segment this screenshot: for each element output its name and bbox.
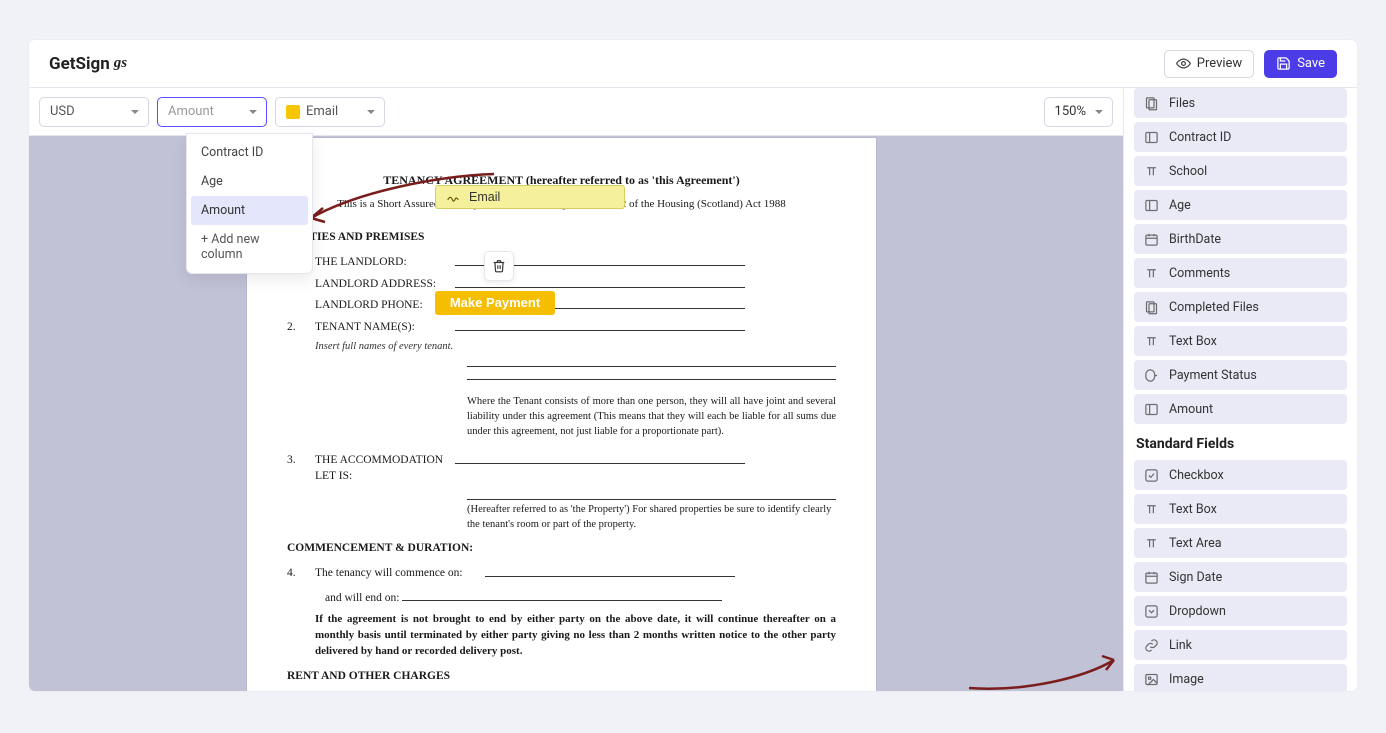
eye-icon [1176, 56, 1191, 71]
trash-icon [492, 259, 506, 273]
fields-sidebar: Files Contract ID School Age BirthDate Commen… [1123, 88, 1357, 691]
text-icon [1144, 536, 1159, 551]
section-rent: RENT AND OTHER CHARGES [287, 668, 836, 685]
preview-button[interactable]: Preview [1164, 50, 1254, 78]
field-comments[interactable]: Comments [1134, 258, 1347, 288]
field-text-area[interactable]: Text Area [1134, 528, 1347, 558]
text-icon [1144, 266, 1159, 281]
signature-icon [446, 190, 460, 204]
field-files[interactable]: Files [1134, 88, 1347, 118]
check-icon [1144, 468, 1159, 483]
date-icon [1144, 570, 1159, 585]
app-header: GetSign gs Preview Save [29, 40, 1357, 88]
standard-fields-heading: Standard Fields [1136, 436, 1347, 452]
field-completed-files[interactable]: Completed Files [1134, 292, 1347, 322]
id-icon [1144, 402, 1159, 417]
field-dropdown[interactable]: Dropdown [1134, 596, 1347, 626]
date-icon [1144, 232, 1159, 247]
section-parties: PARTIES AND PREMISES [287, 229, 836, 246]
field-sign-date[interactable]: Sign Date [1134, 562, 1347, 592]
field-contract-id[interactable]: Contract ID [1134, 122, 1347, 152]
save-icon [1276, 56, 1291, 71]
make-payment-chip[interactable]: Make Payment [435, 291, 555, 315]
dd-item-age[interactable]: Age [191, 167, 308, 196]
zoom-select[interactable]: 150% [1044, 97, 1113, 127]
field-image[interactable]: Image [1134, 664, 1347, 691]
drop-icon [1144, 604, 1159, 619]
link-icon [1144, 638, 1159, 653]
field-age[interactable]: Age [1134, 190, 1347, 220]
annotation-arrow-bottom [964, 648, 1123, 691]
brand-suffix: gs [114, 55, 127, 72]
field-text-box[interactable]: Text Box [1134, 326, 1347, 356]
delete-chip-button[interactable] [484, 251, 514, 281]
document-page: TENANCY AGREEMENT (hereafter referred to… [247, 138, 876, 691]
dd-item-contract-id[interactable]: Contract ID [191, 138, 308, 167]
canvas[interactable]: USD Amount Email 150% TENANCY AGREEMENT … [29, 88, 1123, 691]
id-icon [1144, 198, 1159, 213]
field-link[interactable]: Link [1134, 630, 1347, 660]
text-icon [1144, 502, 1159, 517]
section-commencement: COMMENCEMENT & DURATION: [287, 540, 836, 557]
dd-add-column[interactable]: + Add new column [191, 225, 308, 269]
email-field-chip[interactable]: Email [435, 185, 625, 209]
dd-item-amount[interactable]: Amount [191, 196, 308, 225]
amount-select[interactable]: Amount [157, 97, 267, 127]
id-icon [1144, 130, 1159, 145]
field-payment-status[interactable]: Payment Status [1134, 360, 1347, 390]
field-amount[interactable]: Amount [1134, 394, 1347, 424]
files-icon [1144, 300, 1159, 315]
field-school[interactable]: School [1134, 156, 1347, 186]
files-icon [1144, 96, 1159, 111]
field-checkbox[interactable]: Checkbox [1134, 460, 1347, 490]
tag-icon [1144, 368, 1159, 383]
text-icon [1144, 164, 1159, 179]
save-button[interactable]: Save [1264, 50, 1337, 78]
amount-dropdown[interactable]: Contract ID Age Amount + Add new column [186, 133, 313, 274]
text-icon [1144, 334, 1159, 349]
email-swatch [286, 105, 300, 119]
brand-logo: GetSign gs [49, 54, 127, 74]
image-icon [1144, 672, 1159, 687]
email-select[interactable]: Email [275, 97, 385, 127]
field-text-box[interactable]: Text Box [1134, 494, 1347, 524]
brand-name: GetSign [49, 54, 110, 74]
currency-select[interactable]: USD [39, 97, 149, 127]
field-birthdate[interactable]: BirthDate [1134, 224, 1347, 254]
